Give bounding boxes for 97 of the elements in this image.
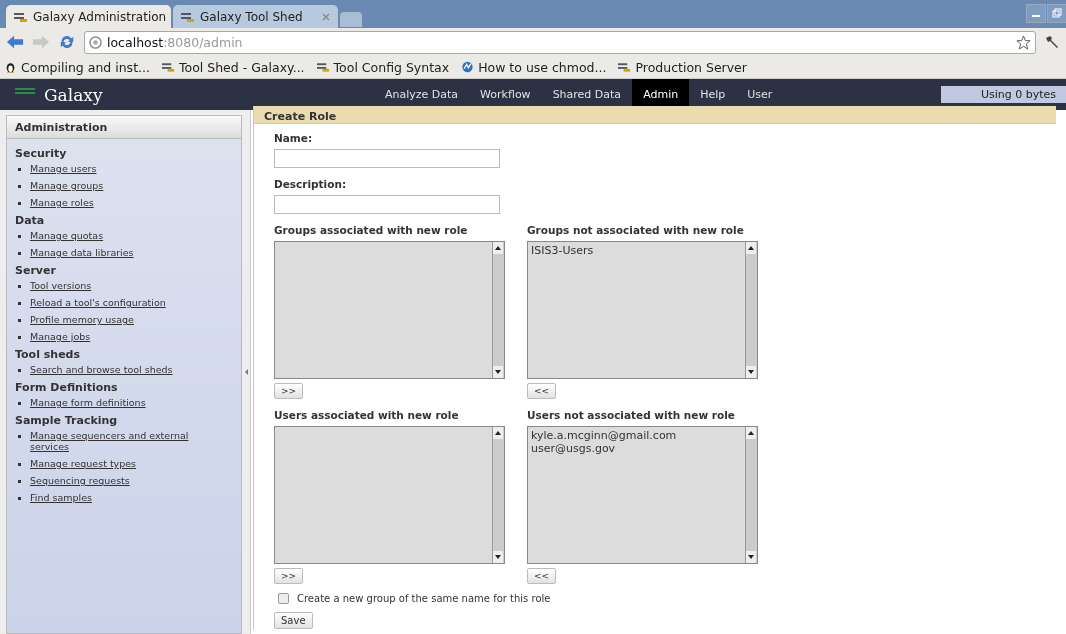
section-heading: Tool sheds	[15, 348, 82, 361]
bullet-icon	[18, 480, 21, 483]
bookmark-link[interactable]: How to use chmod...	[461, 59, 607, 75]
bullet-icon	[18, 336, 21, 339]
list-label: Groups not associated with new role	[527, 224, 745, 236]
sidebar-link[interactable]: Manage sequencers and external services	[30, 430, 200, 452]
section-heading: Sample Tracking	[15, 414, 119, 427]
scroll-up-icon[interactable]	[493, 427, 503, 439]
bullet-icon	[18, 369, 21, 372]
sidebar-link[interactable]: Tool versions	[30, 280, 200, 291]
sidebar-link[interactable]: Manage roles	[30, 197, 200, 208]
section-heading: Server	[15, 264, 57, 277]
bullet-icon	[18, 252, 21, 255]
sidebar-link[interactable]: Sequencing requests	[30, 475, 200, 486]
move-button[interactable]: <<	[527, 383, 557, 399]
field-label: Name:	[274, 132, 314, 144]
section-heading: Security	[15, 147, 68, 160]
sidebar-link[interactable]: Manage jobs	[30, 331, 200, 342]
section-heading: Form Definitions	[15, 381, 119, 394]
save-button[interactable]: Save	[274, 612, 313, 629]
bullet-icon	[18, 235, 21, 238]
move-button[interactable]: >>	[274, 383, 304, 399]
browser-tab[interactable]: Galaxy Tool Shed	[173, 5, 338, 28]
sidebar-link[interactable]: Manage data libraries	[30, 247, 200, 258]
list-option[interactable]: kyle.a.mcginn@gmail.com	[531, 429, 742, 442]
bullet-icon	[18, 285, 21, 288]
list-label: Users not associated with new role	[527, 409, 736, 421]
bullet-icon	[18, 463, 21, 466]
globe-icon	[89, 35, 102, 49]
bullet-icon	[18, 402, 21, 405]
usage-meter: Using 0 bytes	[940, 86, 1066, 103]
scroll-up-icon[interactable]	[746, 427, 756, 439]
bullet-icon	[18, 168, 21, 171]
galaxy-favicon-icon	[161, 61, 175, 73]
bullet-icon	[18, 185, 21, 188]
bookmark-link[interactable]: Tool Config Syntax	[316, 59, 450, 75]
scroll-up-icon[interactable]	[746, 242, 756, 254]
scrollbar[interactable]	[745, 427, 757, 563]
list-box[interactable]: kyle.a.mcginn@gmail.com user@usgs.gov	[527, 426, 758, 564]
sidebar-link[interactable]: Search and browse tool sheds	[30, 364, 200, 375]
list-option[interactable]: user@usgs.gov	[531, 442, 742, 455]
brand-title[interactable]: Galaxy	[44, 84, 103, 105]
penguin-icon	[4, 61, 17, 73]
field-label: Description:	[274, 178, 348, 190]
bookmark-link[interactable]: Compiling and inst...	[4, 59, 150, 75]
bookmark-link[interactable]: Tool Shed - Galaxy...	[161, 59, 305, 75]
sidebar-link[interactable]: Manage groups	[30, 180, 200, 191]
sidebar-link[interactable]: Manage form definitions	[30, 397, 200, 408]
bullet-icon	[18, 302, 21, 305]
list-box[interactable]: ISIS3-Users	[527, 241, 758, 379]
scroll-down-icon[interactable]	[493, 551, 503, 563]
sidebar-link[interactable]: Manage quotas	[30, 230, 200, 241]
sidebar-link[interactable]: Find samples	[30, 492, 200, 503]
globe-icon	[461, 61, 475, 73]
checkbox[interactable]	[278, 593, 289, 604]
collapse-arrow-icon[interactable]	[244, 369, 248, 375]
galaxy-favicon-icon	[181, 11, 195, 22]
back-arrow-icon[interactable]	[6, 34, 24, 50]
minimize-button[interactable]	[1027, 5, 1045, 22]
move-button[interactable]: <<	[527, 568, 557, 584]
form-title: Create Role	[254, 106, 1056, 124]
sidebar-link[interactable]: Reload a tool's configuration	[30, 297, 200, 308]
list-label: Groups associated with new role	[274, 224, 469, 236]
sidebar-title: Administration	[7, 116, 241, 139]
wrench-icon[interactable]	[1044, 34, 1060, 50]
star-icon[interactable]	[1016, 34, 1031, 50]
scroll-down-icon[interactable]	[746, 366, 756, 378]
sidebar-link[interactable]: Manage users	[30, 163, 200, 174]
browser-tab[interactable]: Galaxy Administration	[6, 5, 171, 28]
checkbox-label: Create a new group of the same name for this role	[297, 593, 551, 604]
address-bar[interactable]: localhost:8080/admin	[84, 30, 1036, 54]
list-label: Users associated with new role	[274, 409, 460, 421]
galaxy-favicon-icon	[14, 11, 28, 22]
bullet-icon	[18, 435, 21, 438]
restore-button[interactable]	[1048, 5, 1066, 22]
input-field[interactable]	[274, 195, 500, 214]
galaxy-favicon-icon	[316, 61, 330, 73]
usgs-logo-icon	[14, 86, 36, 97]
scroll-down-icon[interactable]	[746, 551, 756, 563]
scroll-down-icon[interactable]	[493, 366, 503, 378]
reload-icon[interactable]	[58, 34, 76, 50]
input-field[interactable]	[274, 149, 500, 168]
bullet-icon	[18, 319, 21, 322]
scrollbar[interactable]	[492, 427, 504, 563]
scrollbar[interactable]	[492, 242, 504, 378]
move-button[interactable]: >>	[274, 568, 304, 584]
scrollbar[interactable]	[745, 242, 757, 378]
bullet-icon	[18, 497, 21, 500]
sidebar-link[interactable]: Manage request types	[30, 458, 200, 469]
bullet-icon	[18, 202, 21, 205]
sidebar-link[interactable]: Profile memory usage	[30, 314, 200, 325]
close-icon[interactable]	[322, 12, 330, 21]
galaxy-favicon-icon	[618, 61, 632, 73]
scroll-up-icon[interactable]	[493, 242, 503, 254]
section-heading: Data	[15, 214, 46, 227]
bookmark-link[interactable]: Production Server	[618, 59, 747, 75]
list-option[interactable]: ISIS3-Users	[531, 244, 742, 257]
